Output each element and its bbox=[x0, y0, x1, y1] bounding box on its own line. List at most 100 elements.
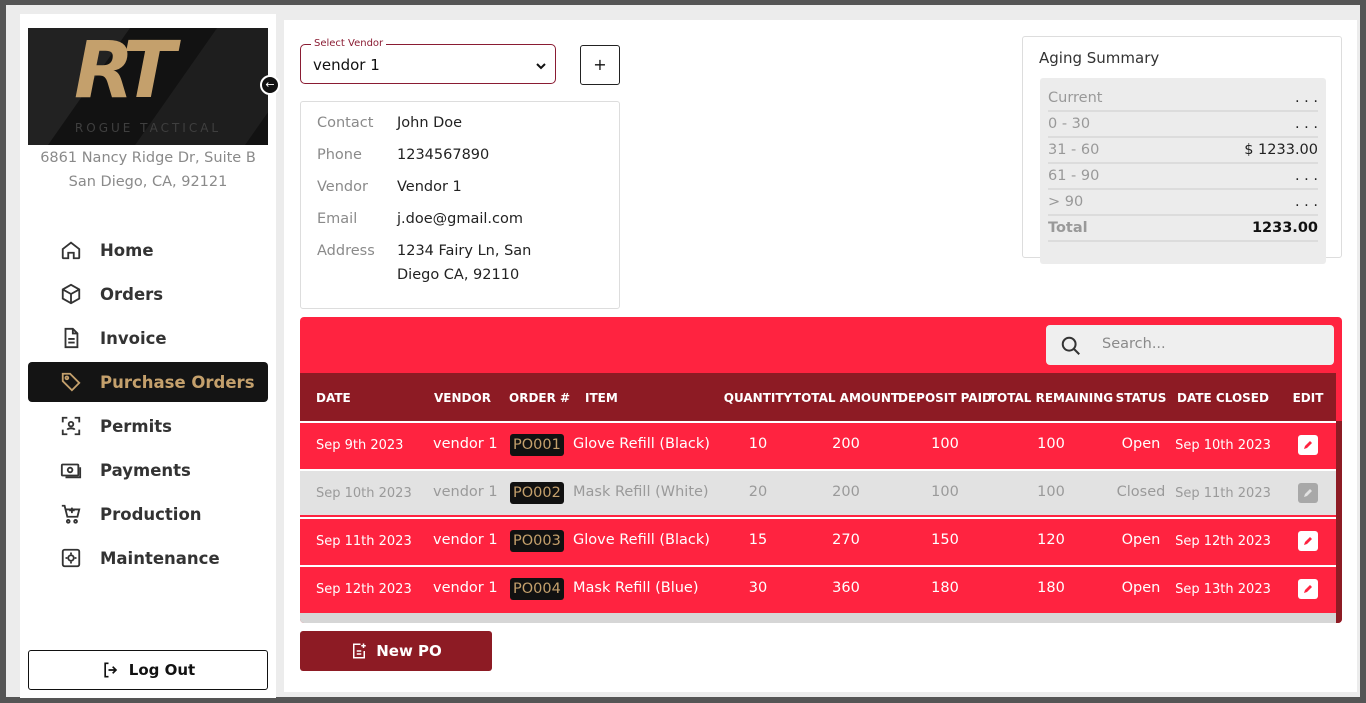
scan-icon bbox=[58, 415, 84, 437]
new-po-button[interactable]: New PO bbox=[300, 631, 492, 671]
header-total-remaining[interactable]: TOTAL REMAINING bbox=[989, 391, 1113, 405]
cell-item: Mask Refill (Blue) bbox=[573, 580, 699, 596]
sidebar-item-orders[interactable]: Orders bbox=[28, 274, 268, 314]
header-vendor[interactable]: VENDOR bbox=[434, 391, 491, 405]
aging-row: Current . . . bbox=[1048, 86, 1318, 112]
main-content: Select Vendor vendor 1 + Contact John Do… bbox=[284, 20, 1357, 692]
logout-button[interactable]: Log Out bbox=[28, 650, 268, 690]
sidebar-item-label: Invoice bbox=[100, 328, 167, 348]
arrow-left-icon: ← bbox=[265, 78, 275, 91]
vendor-select[interactable]: Select Vendor vendor 1 bbox=[300, 38, 556, 84]
pencil-icon bbox=[1304, 489, 1312, 497]
email-row: Email j.doe@gmail.com bbox=[317, 207, 547, 231]
vendor-contact-card: Contact John Doe Phone 1234567890 Vendor… bbox=[300, 101, 620, 309]
box-icon bbox=[58, 283, 84, 305]
cell-quantity: 20 bbox=[748, 484, 768, 500]
sidebar-item-label: Home bbox=[100, 240, 154, 260]
table-scrollbar[interactable] bbox=[1336, 421, 1342, 623]
email-key: Email bbox=[317, 211, 358, 227]
cell-deposit-paid: 150 bbox=[931, 532, 959, 548]
add-vendor-button[interactable]: + bbox=[580, 45, 620, 85]
cell-total-amount: 360 bbox=[832, 580, 860, 596]
cell-status: Open bbox=[1121, 532, 1161, 548]
header-date[interactable]: DATE bbox=[316, 391, 351, 405]
cell-deposit-paid: 180 bbox=[931, 580, 959, 596]
sidebar-item-invoice[interactable]: Invoice bbox=[28, 318, 268, 358]
cell-quantity: 15 bbox=[748, 532, 768, 548]
address-line-2: San Diego, CA, 92121 bbox=[68, 174, 228, 190]
cell-status: Closed bbox=[1116, 484, 1166, 500]
edit-button[interactable] bbox=[1298, 435, 1318, 455]
cell-vendor: vendor 1 bbox=[433, 484, 498, 500]
sidebar-item-purchase-orders[interactable]: Purchase Orders bbox=[28, 362, 268, 402]
table-row[interactable]: Sep 9th 2023 vendor 1 PO001 Glove Refill… bbox=[300, 421, 1336, 467]
cell-quantity: 30 bbox=[748, 580, 768, 596]
sidebar-item-payments[interactable]: Payments bbox=[28, 450, 268, 490]
aging-summary-table: Current . . . 0 - 30 . . . 31 - 60 $ 123… bbox=[1040, 78, 1326, 264]
table-row[interactable]: Sep 12th 2023 vendor 1 PO004 Mask Refill… bbox=[300, 565, 1336, 611]
cell-total-remaining: 120 bbox=[1037, 532, 1065, 548]
header-order[interactable]: ORDER # bbox=[509, 391, 570, 405]
aging-row: 0 - 30 . . . bbox=[1048, 112, 1318, 138]
table-header: DATE VENDOR ORDER # ITEM QUANTITY TOTAL … bbox=[300, 373, 1336, 421]
header-edit: EDIT bbox=[1292, 391, 1324, 405]
order-number-badge[interactable]: PO003 bbox=[510, 530, 564, 552]
pencil-icon bbox=[1304, 585, 1312, 593]
cell-date-closed: Sep 12th 2023 bbox=[1175, 534, 1271, 549]
aging-summary-title: Aging Summary bbox=[1039, 49, 1160, 67]
order-number-badge[interactable]: PO001 bbox=[510, 434, 564, 456]
header-deposit-paid[interactable]: DEPOSIT PAID bbox=[898, 391, 992, 405]
app-window: RT ROGUE TACTICAL ← 6861 Nancy Ridge Dr,… bbox=[0, 0, 1366, 703]
header-quantity[interactable]: QUANTITY bbox=[724, 391, 792, 405]
address-line-1: 6861 Nancy Ridge Dr, Suite B bbox=[40, 150, 256, 166]
cell-order: PO002 bbox=[510, 482, 564, 504]
cell-date-closed: Sep 11th 2023 bbox=[1175, 486, 1271, 501]
order-number-badge[interactable]: PO004 bbox=[510, 578, 564, 600]
cell-total-amount: 200 bbox=[832, 436, 860, 452]
logout-icon bbox=[101, 660, 121, 680]
home-icon bbox=[58, 239, 84, 261]
cell-date-closed: Sep 13th 2023 bbox=[1175, 582, 1271, 597]
aging-label: 31 - 60 bbox=[1048, 142, 1100, 158]
cell-item: Glove Refill (Black) bbox=[573, 532, 710, 548]
header-date-closed[interactable]: DATE CLOSED bbox=[1177, 391, 1269, 405]
search-input[interactable]: Search... bbox=[1046, 325, 1334, 365]
header-total-amount[interactable]: TOTAL AMOUNT bbox=[793, 391, 899, 405]
address-row: Address 1234 Fairy Ln, San Diego CA, 921… bbox=[317, 239, 547, 287]
sidebar-item-label: Orders bbox=[100, 284, 164, 304]
cell-total-remaining: 180 bbox=[1037, 580, 1065, 596]
sidebar-item-permits[interactable]: Permits bbox=[28, 406, 268, 446]
sidebar-nav: Home Orders Invoice Purchase Orders Perm… bbox=[28, 230, 268, 582]
aging-label: Current bbox=[1048, 90, 1103, 106]
sidebar-item-label: Production bbox=[100, 504, 202, 524]
cash-icon bbox=[58, 459, 84, 481]
edit-button[interactable] bbox=[1298, 531, 1318, 551]
table-row[interactable]: Sep 10th 2023 vendor 1 PO002 Mask Refill… bbox=[300, 469, 1336, 515]
cell-date: Sep 12th 2023 bbox=[316, 582, 412, 597]
header-status[interactable]: STATUS bbox=[1116, 391, 1167, 405]
contact-key: Contact bbox=[317, 115, 374, 131]
sidebar-item-production[interactable]: Production bbox=[28, 494, 268, 534]
cell-vendor: vendor 1 bbox=[433, 436, 498, 452]
gear-icon bbox=[58, 547, 84, 569]
sidebar-item-label: Permits bbox=[100, 416, 172, 436]
pencil-icon bbox=[1304, 441, 1312, 449]
collapse-sidebar-button[interactable]: ← bbox=[260, 75, 280, 95]
table-row[interactable]: Sep 11th 2023 vendor 1 PO003 Glove Refil… bbox=[300, 517, 1336, 563]
cell-status: Open bbox=[1121, 436, 1161, 452]
cell-order: PO001 bbox=[510, 434, 564, 456]
header-item[interactable]: ITEM bbox=[585, 391, 618, 405]
document-icon bbox=[58, 327, 84, 349]
vendor-key: Vendor bbox=[317, 179, 368, 195]
order-number-badge[interactable]: PO002 bbox=[510, 482, 564, 504]
company-address: 6861 Nancy Ridge Dr, Suite B San Diego, … bbox=[20, 146, 276, 194]
new-po-label: New PO bbox=[376, 642, 442, 660]
edit-button[interactable] bbox=[1298, 579, 1318, 599]
sidebar-item-maintenance[interactable]: Maintenance bbox=[28, 538, 268, 578]
edit-button[interactable] bbox=[1298, 483, 1318, 503]
cell-total-remaining: 100 bbox=[1037, 436, 1065, 452]
phone-value: 1234567890 bbox=[397, 147, 490, 163]
cell-date: Sep 9th 2023 bbox=[316, 438, 404, 453]
aging-amount: . . . bbox=[1294, 90, 1318, 106]
sidebar-item-home[interactable]: Home bbox=[28, 230, 268, 270]
